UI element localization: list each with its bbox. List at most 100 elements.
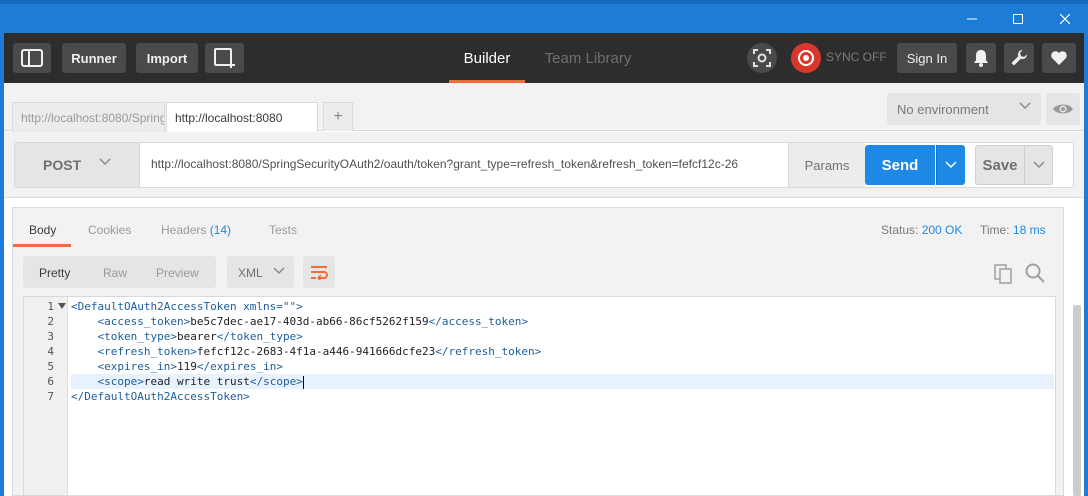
line-number-text: 1 [47,300,54,313]
xml-open-tag: <scope> [97,375,144,388]
postman-window: Runner Import Builder Team Library SYNC … [0,0,1088,496]
chevron-down-icon [1019,102,1031,110]
xml-open-tag: </DefaultOAuth2AccessToken> [71,390,250,403]
interceptor-button[interactable] [747,43,777,73]
xml-close-tag: </expires_in> [196,360,283,373]
xml-close-tag: </scope> [249,375,303,388]
chevron-down-icon [273,267,285,275]
environment-select[interactable]: No environment [887,93,1041,125]
save-options-button[interactable] [1025,145,1053,185]
close-icon [1060,13,1070,24]
tab-builder-label: Builder [463,49,511,67]
new-window-icon [213,48,235,68]
line-number: 1 [24,299,68,314]
response-active-tab-underline [13,244,71,247]
minimize-icon [967,18,977,19]
import-button[interactable]: Import [136,43,198,73]
format-select[interactable]: XML [227,256,294,288]
copy-icon[interactable] [994,264,1014,284]
line-number: 5 [24,359,68,374]
interceptor-icon [753,49,771,67]
line-number-text: 4 [47,345,54,358]
method-select[interactable]: POST [15,143,140,187]
time-label: Time: [980,223,1010,237]
format-value: XML [238,266,263,280]
environment-select-value: No environment [897,102,989,117]
xml-text-value: be5c7dec-ae17-403d-ab66-86cf5262f159 [190,315,429,328]
tab-builder[interactable]: Builder [449,33,525,83]
status-label: Status: [881,223,919,237]
line-number: 2 [24,314,68,329]
xml-open-tag: <refresh_token> [97,345,197,358]
workspace-scrollbar[interactable] [1073,305,1081,496]
response-tab-cookies[interactable]: Cookies [88,223,131,237]
view-mode-pretty[interactable]: Pretty [39,266,70,280]
app-header: Runner Import Builder Team Library SYNC … [0,33,1088,83]
status-value: 200 OK [921,223,963,237]
response-tab-body-label: Body [29,223,57,237]
text-cursor [302,375,304,389]
line-number: 4 [24,344,68,359]
request-bar: POST http://localhost:8080/SpringSecurit… [4,132,1084,198]
chevron-down-icon [99,158,111,166]
window-title-bar [0,0,1088,33]
url-input[interactable]: http://localhost:8080/SpringSecurityOAut… [151,157,785,171]
sync-status-button[interactable] [791,43,821,73]
save-button[interactable]: Save [975,145,1025,185]
tab-team-library[interactable]: Team Library [534,33,642,83]
response-time: Time: 18 ms [980,223,1046,237]
response-tab-body[interactable]: Body [29,223,56,237]
line-number: 6 [24,374,68,389]
response-body-editor[interactable]: 1 2 3 4 5 6 7 <DefaultOAuth2AccessToken xmlns=… [23,296,1056,496]
maximize-icon [1013,13,1023,24]
add-tab-button[interactable]: + [323,102,353,131]
xml-open-tag: <token_type> [97,330,177,343]
new-tab-button[interactable] [205,43,244,73]
response-tab-tests[interactable]: Tests [269,223,297,237]
response-status: Status: 200 OK [881,223,962,237]
view-mode-raw[interactable]: Raw [103,266,127,280]
code-line: <refresh_token>fefcf12c-2683-4f1a-a446-9… [71,344,1054,359]
eye-icon [1053,104,1073,114]
heart-icon [1051,51,1067,65]
request-tab-1-label: http://localhost:8080/SpringSecurityOAut… [21,111,164,125]
settings-button[interactable] [1004,43,1034,73]
minimize-button[interactable] [949,4,995,33]
chevron-down-icon [1032,161,1045,169]
code-line: <token_type>bearer</token_type> [71,329,1054,344]
send-options-button[interactable] [936,145,965,185]
xml-close-tag: </access_token> [428,315,528,328]
view-mode-group: Pretty Raw Preview [23,256,216,288]
request-tab-1[interactable]: http://localhost:8080/SpringSecurityOAut… [12,102,165,132]
sign-in-button[interactable]: Sign In [897,43,957,73]
response-panel: Body Cookies Headers (14) Tests Status: … [12,207,1064,496]
environment-quick-look-button[interactable] [1046,93,1080,125]
line-number-gutter: 1 2 3 4 5 6 7 [24,297,68,495]
xml-close-tag: </refresh_token> [435,345,542,358]
wrap-lines-button[interactable] [303,256,335,288]
code-line: <scope>read write trust</scope> [71,374,1054,389]
notifications-button[interactable] [966,43,996,73]
request-tab-2[interactable]: http://localhost:8080 [166,102,318,133]
close-button[interactable] [1042,4,1088,33]
xml-open-tag: <DefaultOAuth2AccessToken xmlns=""> [71,300,303,313]
code-line: <access_token>be5c7dec-ae17-403d-ab66-86… [71,314,1054,329]
workspace: http://localhost:8080/SpringSecurityOAut… [0,83,1088,496]
toggle-sidebar-button[interactable] [13,43,51,73]
maximize-button[interactable] [995,4,1041,33]
fold-toggle-icon[interactable] [58,303,66,309]
runner-button[interactable]: Runner [62,43,126,73]
params-button[interactable]: Params [788,143,865,187]
request-tab-strip: http://localhost:8080/SpringSecurityOAut… [4,83,1084,133]
xml-open-tag: <access_token> [97,315,191,328]
view-mode-preview[interactable]: Preview [156,266,199,280]
search-icon[interactable] [1025,263,1045,283]
response-tab-headers[interactable]: Headers (14) [161,223,231,237]
send-button[interactable]: Send [865,145,935,185]
response-tab-headers-label: Headers [161,223,207,237]
response-tab-tests-label: Tests [269,223,298,237]
line-number-text: 5 [47,360,54,373]
favorites-button[interactable] [1042,43,1076,73]
code-line: <DefaultOAuth2AccessToken xmlns=""> [71,299,1054,314]
line-number-text: 3 [47,330,54,343]
